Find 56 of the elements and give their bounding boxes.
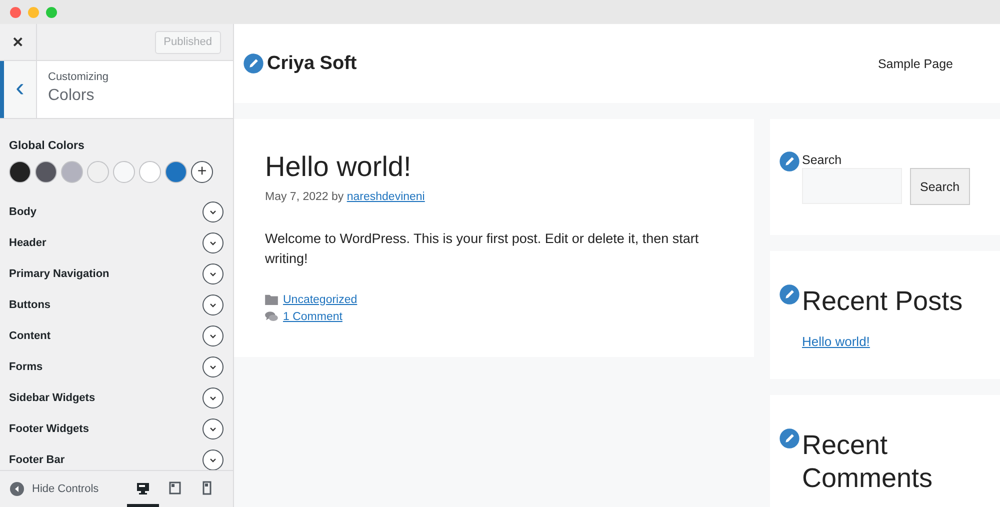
color-section-label[interactable]: Buttons bbox=[9, 298, 51, 310]
chevron-down-icon[interactable] bbox=[202, 324, 224, 346]
color-swatch[interactable] bbox=[139, 161, 161, 183]
search-button[interactable]: Search bbox=[910, 168, 970, 205]
chevron-down-icon[interactable] bbox=[202, 356, 224, 378]
edit-shortcut-icon[interactable] bbox=[778, 427, 801, 450]
widget-title: Recent Comments bbox=[802, 429, 934, 495]
collapse-icon bbox=[10, 482, 24, 496]
chevron-down-icon[interactable] bbox=[202, 294, 224, 316]
color-section-label[interactable]: Header bbox=[9, 236, 46, 248]
phone-icon bbox=[200, 480, 214, 494]
post-body: Welcome to WordPress. This is your first post. Edit or delete it, then start writing! bbox=[265, 230, 700, 268]
by-label: by bbox=[332, 191, 344, 203]
color-section-label[interactable]: Footer Widgets bbox=[9, 422, 89, 434]
author-link[interactable]: nareshdevineni bbox=[346, 191, 425, 203]
close-button[interactable]: ✕ bbox=[0, 24, 37, 60]
color-swatch[interactable] bbox=[87, 161, 109, 183]
color-section-label[interactable]: Primary Navigation bbox=[9, 268, 110, 280]
edit-shortcut-icon[interactable] bbox=[242, 52, 265, 75]
edit-shortcut-icon[interactable] bbox=[778, 283, 801, 306]
chevron-down-icon[interactable] bbox=[202, 418, 224, 440]
color-swatch[interactable] bbox=[165, 161, 187, 183]
post-link[interactable]: Hello world! bbox=[802, 334, 992, 349]
section-title: Colors bbox=[48, 87, 96, 105]
global-colors-label: Global Colors bbox=[9, 140, 86, 152]
color-swatch[interactable] bbox=[113, 161, 135, 183]
folder-icon bbox=[265, 294, 278, 305]
chevron-down-icon[interactable] bbox=[202, 232, 224, 254]
chevron-down-icon[interactable] bbox=[202, 448, 224, 470]
chevron-down-icon[interactable] bbox=[202, 386, 224, 408]
color-swatch[interactable] bbox=[9, 161, 31, 183]
tablet-icon bbox=[168, 480, 182, 494]
color-section-label[interactable]: Sidebar Widgets bbox=[9, 392, 96, 404]
monitor-icon bbox=[136, 480, 150, 494]
post-date: May 7, 2022 bbox=[265, 191, 328, 203]
color-section-label[interactable]: Body bbox=[9, 206, 36, 218]
edit-shortcut-icon[interactable] bbox=[778, 150, 801, 173]
widget-title: Recent Posts bbox=[802, 285, 964, 318]
site-title[interactable]: Criya Soft bbox=[267, 52, 357, 74]
category-link[interactable]: Uncategorized bbox=[283, 294, 358, 306]
color-section-label[interactable]: Forms bbox=[9, 360, 43, 372]
comments-link[interactable]: 1 Comment bbox=[283, 310, 342, 322]
color-swatch[interactable] bbox=[35, 161, 57, 183]
color-section-label[interactable]: Content bbox=[9, 330, 51, 342]
comments-icon bbox=[265, 311, 278, 322]
back-button[interactable]: ‹ bbox=[0, 61, 37, 118]
add-color-button[interactable]: + bbox=[191, 161, 213, 183]
search-label: Search bbox=[802, 153, 843, 167]
color-swatch[interactable] bbox=[61, 161, 83, 183]
breadcrumb-label: Customizing bbox=[48, 71, 109, 83]
nav-link[interactable]: Sample Page bbox=[878, 56, 953, 70]
color-section-label[interactable]: Footer Bar bbox=[9, 454, 65, 466]
post-title[interactable]: Hello world! bbox=[265, 151, 723, 183]
chevron-down-icon[interactable] bbox=[202, 200, 224, 222]
chevron-down-icon[interactable] bbox=[202, 262, 224, 284]
hide-controls-button[interactable]: Hide Controls bbox=[10, 482, 99, 496]
